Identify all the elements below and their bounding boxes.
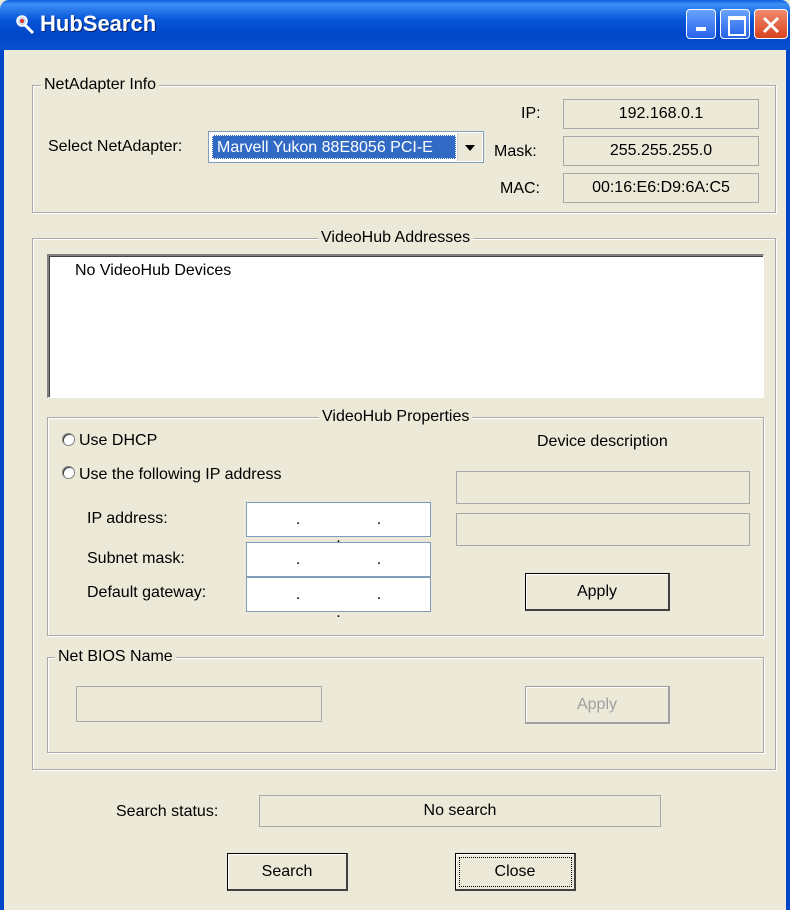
use-dhcp-label[interactable]: Use DHCP <box>79 431 157 451</box>
list-item[interactable]: No VideoHub Devices <box>75 262 231 280</box>
chevron-down-icon <box>465 145 475 151</box>
hubsearch-app-icon <box>16 15 35 35</box>
window-frame-left <box>0 50 4 910</box>
maximize-button[interactable] <box>720 9 750 39</box>
hubsearch-window: HubSearch NetAdapter Info Select NetAdap… <box>0 0 790 910</box>
apply-netbios-button[interactable]: Apply <box>525 686 670 724</box>
use-dhcp-radio[interactable] <box>62 433 75 446</box>
maximize-icon <box>728 16 746 36</box>
title-bar[interactable]: HubSearch <box>0 0 790 50</box>
search-status-field: No search <box>259 795 661 827</box>
device-description-field-2 <box>456 513 750 546</box>
window-title: HubSearch <box>40 11 157 36</box>
netbios-name-field <box>76 686 322 722</box>
mac-label: MAC: <box>500 180 540 197</box>
close-button[interactable]: Close <box>455 853 576 891</box>
device-description-label: Device description <box>537 433 668 450</box>
minimize-button[interactable] <box>686 9 716 39</box>
use-static-ip-label[interactable]: Use the following IP address <box>79 465 281 485</box>
use-static-ip-radio[interactable] <box>62 466 75 479</box>
ip-value-field: 192.168.0.1 <box>563 99 759 129</box>
subnet-mask-label: Subnet mask: <box>87 550 185 567</box>
mask-value-field: 255.255.255.0 <box>563 136 759 166</box>
subnet-mask-field[interactable]: . . . <box>246 542 431 586</box>
select-netadapter-label: Select NetAdapter: <box>48 138 183 155</box>
apply-properties-button[interactable]: Apply <box>525 573 670 611</box>
minimize-icon <box>696 27 706 31</box>
mask-label: Mask: <box>494 143 537 160</box>
default-gateway-label: Default gateway: <box>87 584 207 601</box>
ip-label: IP: <box>521 105 541 122</box>
default-gateway-dots: . . . <box>295 586 418 621</box>
ip-address-label: IP address: <box>87 510 168 527</box>
netadapter-dropdown[interactable]: Marvell Yukon 88E8056 PCI-E <box>208 131 484 163</box>
netadapter-selected-value: Marvell Yukon 88E8056 PCI-E <box>212 135 456 159</box>
netadapter-info-legend: NetAdapter Info <box>41 76 160 94</box>
search-button[interactable]: Search <box>227 853 348 891</box>
dropdown-arrow-button[interactable] <box>457 133 482 161</box>
ip-address-field[interactable]: . . . <box>246 502 431 546</box>
netbios-name-legend: Net BIOS Name <box>55 648 176 666</box>
search-status-label: Search status: <box>116 803 219 820</box>
device-description-field-1 <box>456 471 750 504</box>
close-icon <box>762 16 780 34</box>
videohub-device-list[interactable]: No VideoHub Devices <box>47 254 764 398</box>
default-gateway-field[interactable]: . . . <box>246 577 431 621</box>
videohub-properties-legend: VideoHub Properties <box>319 408 473 426</box>
mac-value-field: 00:16:E6:D9:6A:C5 <box>563 173 759 203</box>
close-window-button[interactable] <box>754 9 788 39</box>
window-frame-right <box>786 50 790 910</box>
videohub-addresses-legend: VideoHub Addresses <box>318 229 474 247</box>
